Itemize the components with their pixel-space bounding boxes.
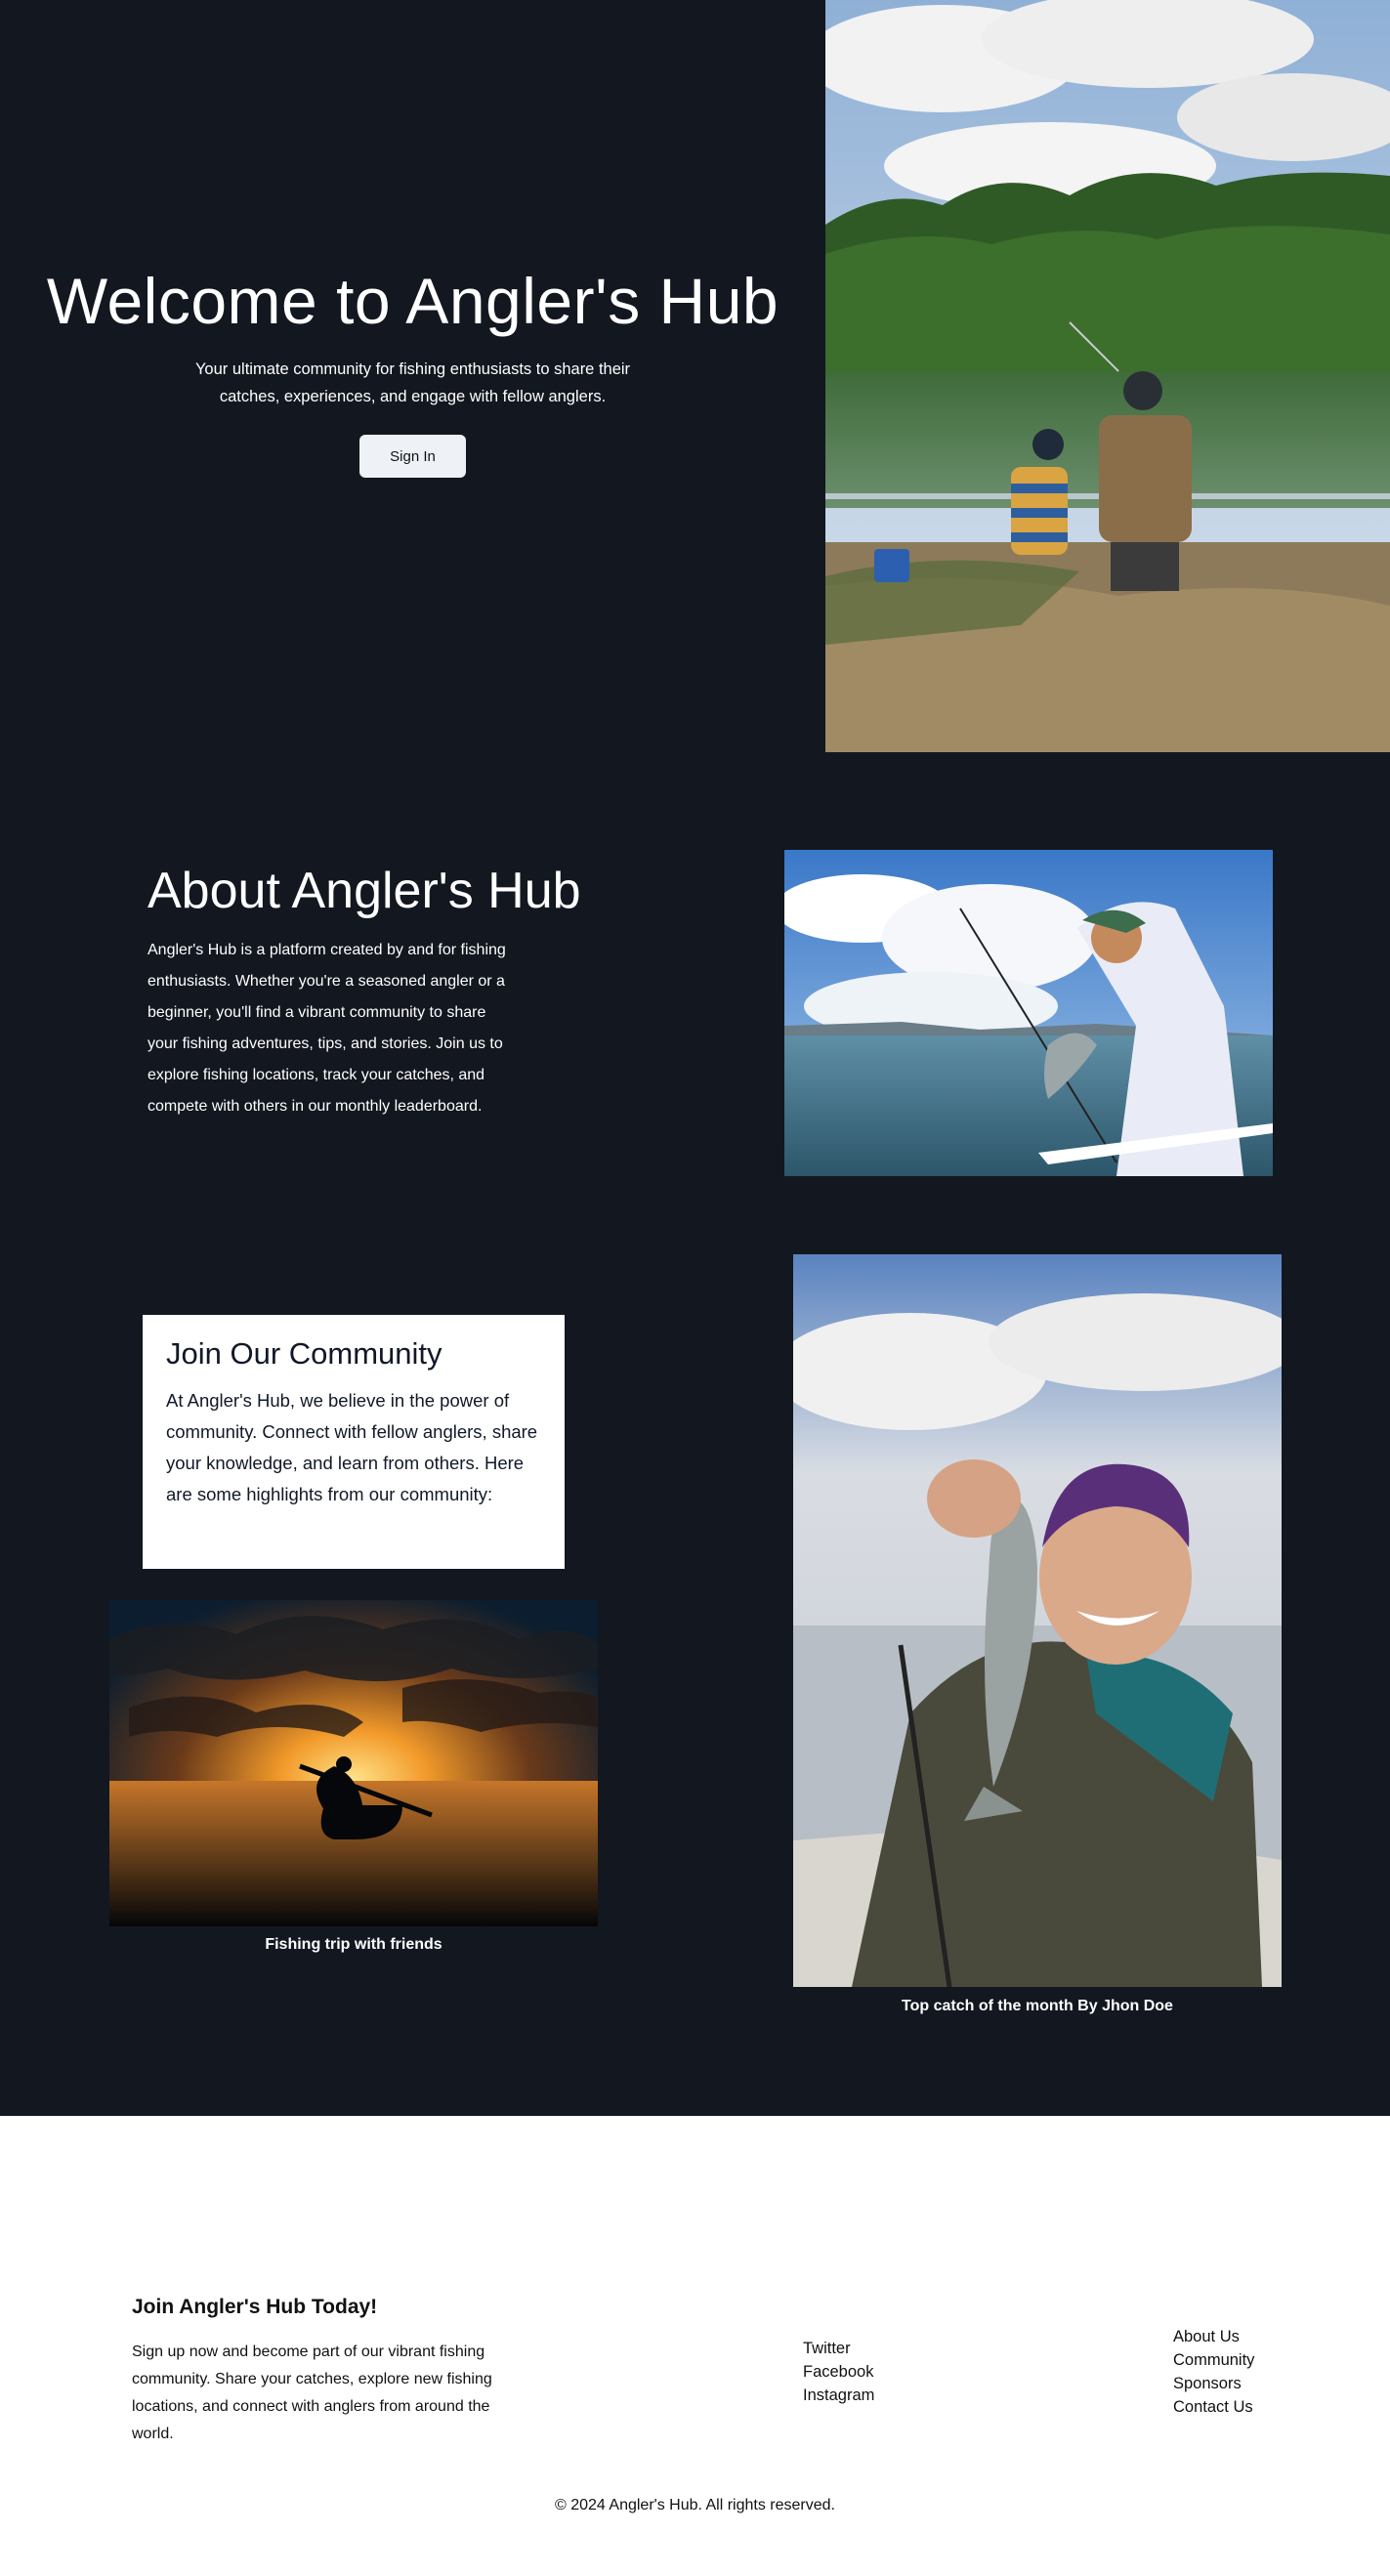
instagram-link[interactable]: Instagram	[803, 2384, 874, 2407]
about-us-link[interactable]: About Us	[1173, 2325, 1254, 2348]
hero-subtitle: Your ultimate community for fishing enth…	[194, 360, 631, 405]
highlight-caption: Top catch of the month By Jhon Doe	[902, 1998, 1173, 2014]
community-text: At Angler's Hub, we believe in the power…	[166, 1390, 538, 1504]
social-links: Twitter Facebook Instagram	[803, 2337, 874, 2407]
about-image-angler-with-fish	[784, 850, 1273, 1176]
hero-image-father-son-fishing	[825, 0, 1390, 752]
hero-title: Welcome to Angler's Hub	[46, 265, 779, 337]
footer-title: Join Angler's Hub Today!	[132, 2296, 378, 2318]
highlight-caption: Fishing trip with friends	[265, 1936, 442, 1953]
contact-us-link[interactable]: Contact Us	[1173, 2395, 1254, 2419]
about-title: About Angler's Hub	[147, 863, 581, 919]
footer-text: Sign up now and become part of our vibra…	[132, 2344, 492, 2442]
community-title: Join Our Community	[166, 1336, 442, 1371]
site-links: About Us Community Sponsors Contact Us	[1173, 2325, 1254, 2419]
copyright: © 2024 Angler's Hub. All rights reserved…	[555, 2497, 835, 2513]
sign-in-button[interactable]: Sign In	[359, 435, 466, 478]
facebook-link[interactable]: Facebook	[803, 2360, 874, 2384]
sponsors-link[interactable]: Sponsors	[1173, 2372, 1254, 2395]
highlight-image-top-catch	[793, 1254, 1282, 1987]
about-text: Angler's Hub is a platform created by an…	[147, 942, 506, 1115]
community-link[interactable]: Community	[1173, 2348, 1254, 2372]
community-card: Join Our Community At Angler's Hub, we b…	[143, 1315, 565, 1569]
twitter-link[interactable]: Twitter	[803, 2337, 874, 2360]
highlight-image-kayak-sunset	[109, 1600, 598, 1926]
